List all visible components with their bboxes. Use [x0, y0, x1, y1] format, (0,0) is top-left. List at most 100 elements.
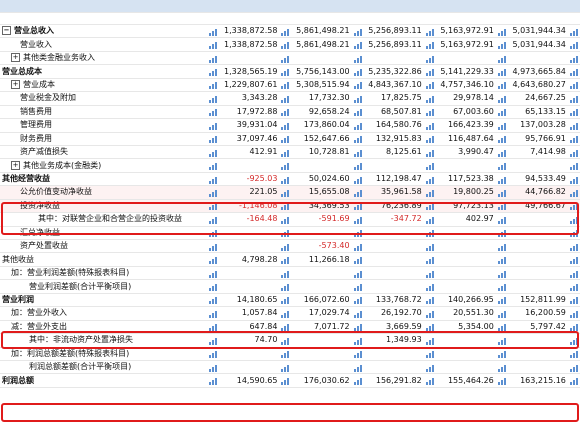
chart-icon[interactable]	[279, 118, 292, 133]
chart-icon[interactable]	[423, 118, 436, 133]
chart-icon[interactable]	[567, 279, 580, 294]
chart-icon[interactable]	[567, 37, 580, 52]
chart-icon[interactable]	[207, 64, 220, 79]
chart-icon[interactable]	[567, 252, 580, 267]
chart-icon[interactable]	[279, 239, 292, 254]
chart-icon[interactable]	[567, 212, 580, 227]
chart-icon[interactable]	[207, 279, 220, 294]
chart-icon[interactable]	[351, 333, 364, 348]
chart-icon[interactable]	[423, 306, 436, 321]
chart-icon[interactable]	[207, 105, 220, 120]
chart-icon[interactable]	[495, 239, 508, 254]
chart-icon[interactable]	[423, 293, 436, 308]
year-header-2018-03-31[interactable]	[219, 0, 292, 13]
chart-icon[interactable]	[207, 360, 220, 375]
chart-icon[interactable]	[567, 226, 580, 241]
chart-icon[interactable]	[495, 212, 508, 227]
chart-icon[interactable]	[351, 279, 364, 294]
chart-icon[interactable]	[351, 172, 364, 187]
chart-icon[interactable]	[495, 91, 508, 106]
chart-icon[interactable]	[495, 105, 508, 120]
chart-icon[interactable]	[351, 37, 364, 52]
chart-icon[interactable]	[423, 333, 436, 348]
chart-icon[interactable]	[423, 172, 436, 187]
chart-icon[interactable]	[279, 212, 292, 227]
chart-icon[interactable]	[423, 158, 436, 173]
chart-icon[interactable]	[351, 212, 364, 227]
chart-icon[interactable]	[207, 145, 220, 160]
chart-icon[interactable]	[279, 132, 292, 146]
chart-icon[interactable]	[567, 306, 580, 321]
chart-icon[interactable]	[351, 132, 364, 146]
chart-icon[interactable]	[423, 91, 436, 106]
chart-icon[interactable]	[567, 199, 580, 214]
chart-icon[interactable]	[207, 51, 220, 66]
chart-icon[interactable]	[567, 239, 580, 254]
chart-icon[interactable]	[423, 37, 436, 52]
chart-icon[interactable]	[351, 118, 364, 133]
chart-icon[interactable]	[207, 293, 220, 308]
chart-icon[interactable]	[351, 199, 364, 214]
chart-icon[interactable]	[279, 373, 292, 388]
chart-icon[interactable]	[495, 252, 508, 267]
chart-icon[interactable]	[207, 172, 220, 187]
expand-toggle-icon[interactable]: +	[11, 160, 20, 170]
chart-icon[interactable]	[567, 118, 580, 133]
chart-icon[interactable]	[207, 91, 220, 106]
chart-icon[interactable]	[351, 158, 364, 173]
chart-icon[interactable]	[207, 185, 220, 200]
chart-icon[interactable]	[495, 333, 508, 348]
chart-icon[interactable]	[279, 64, 292, 79]
chart-icon[interactable]	[351, 373, 364, 388]
chart-icon[interactable]	[495, 37, 508, 52]
chart-icon[interactable]	[279, 333, 292, 348]
chart-icon[interactable]	[279, 279, 292, 294]
chart-icon[interactable]	[567, 158, 580, 173]
chart-icon[interactable]	[351, 347, 364, 361]
chart-icon[interactable]	[423, 320, 436, 335]
chart-icon[interactable]	[351, 64, 364, 79]
chart-icon[interactable]	[423, 360, 436, 375]
chart-icon[interactable]	[423, 64, 436, 79]
chart-icon[interactable]	[351, 266, 364, 281]
chart-icon[interactable]	[279, 145, 292, 160]
chart-icon[interactable]	[495, 132, 508, 146]
chart-icon[interactable]	[207, 252, 220, 267]
chart-icon[interactable]	[423, 226, 436, 241]
chart-icon[interactable]	[207, 373, 220, 388]
chart-icon[interactable]	[351, 306, 364, 321]
chart-icon[interactable]	[279, 51, 292, 66]
chart-icon[interactable]	[423, 105, 436, 120]
chart-icon[interactable]	[567, 132, 580, 146]
year-header-2016-12-31[interactable]	[363, 0, 436, 13]
chart-icon[interactable]	[423, 51, 436, 66]
chart-icon[interactable]	[207, 199, 220, 214]
chart-icon[interactable]	[351, 226, 364, 241]
chart-icon[interactable]	[423, 239, 436, 254]
chart-icon[interactable]	[279, 320, 292, 335]
chart-icon[interactable]	[567, 78, 580, 93]
chart-icon[interactable]	[279, 172, 292, 187]
chart-icon[interactable]	[495, 78, 508, 93]
chart-icon[interactable]	[279, 252, 292, 267]
chart-icon[interactable]	[207, 132, 220, 146]
chart-icon[interactable]	[495, 279, 508, 294]
chart-icon[interactable]	[423, 212, 436, 227]
chart-icon[interactable]	[207, 266, 220, 281]
chart-icon[interactable]	[423, 373, 436, 388]
expand-toggle-icon[interactable]: −	[2, 26, 11, 36]
chart-icon[interactable]	[567, 266, 580, 281]
chart-icon[interactable]	[567, 293, 580, 308]
chart-icon[interactable]	[495, 373, 508, 388]
chart-icon[interactable]	[279, 306, 292, 321]
chart-icon[interactable]	[567, 145, 580, 160]
chart-icon[interactable]	[567, 172, 580, 187]
chart-icon[interactable]	[567, 320, 580, 335]
chart-icon[interactable]	[207, 226, 220, 241]
chart-icon[interactable]	[207, 333, 220, 348]
chart-icon[interactable]	[207, 306, 220, 321]
chart-icon[interactable]	[423, 132, 436, 146]
chart-icon[interactable]	[351, 145, 364, 160]
chart-icon[interactable]	[495, 226, 508, 241]
chart-icon[interactable]	[351, 360, 364, 375]
